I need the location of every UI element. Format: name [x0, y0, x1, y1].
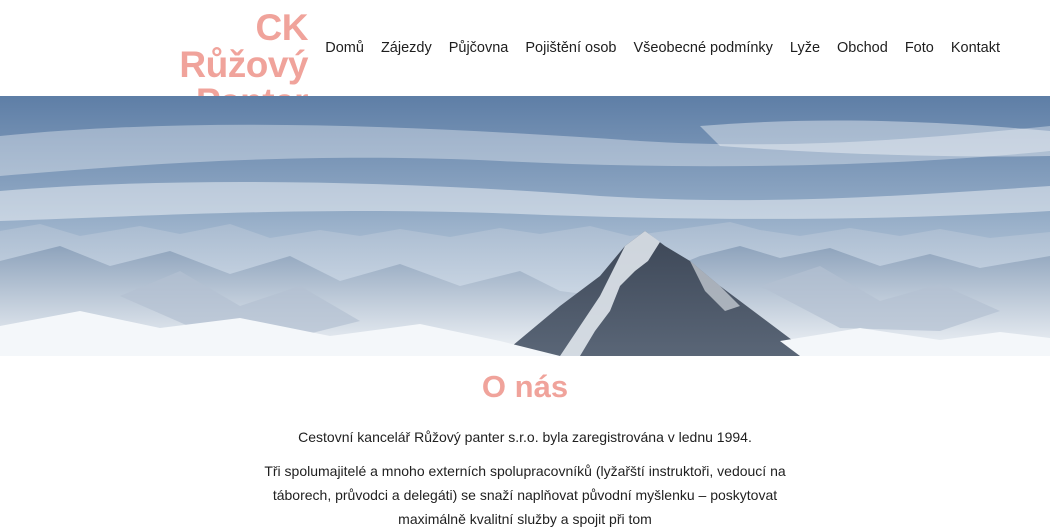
site-header: CK Růžový Panter Domů Zájezdy Půjčovna P…: [0, 0, 1050, 120]
nav-item-obchod[interactable]: Obchod: [837, 40, 888, 56]
hero-mountain-image: [0, 96, 1050, 356]
about-paragraph-2: Tři spolumajitelé a mnoho externích spol…: [264, 463, 786, 527]
nav-item-pojisteni-osob[interactable]: Pojištění osob: [525, 40, 616, 56]
nav-item-domu[interactable]: Domů: [325, 40, 364, 56]
logo-line-1: CK Růžový: [179, 7, 308, 85]
about-paragraph-1: Cestovní kancelář Růžový panter s.r.o. b…: [298, 429, 752, 445]
nav-item-zajezdy[interactable]: Zájezdy: [381, 40, 432, 56]
main-nav: Domů Zájezdy Půjčovna Pojištění osob Vše…: [325, 40, 1000, 56]
nav-item-foto[interactable]: Foto: [905, 40, 934, 56]
about-title: O nás: [481, 369, 569, 404]
nav-item-kontakt[interactable]: Kontakt: [951, 40, 1000, 56]
nav-item-pujcovna[interactable]: Půjčovna: [449, 40, 509, 56]
mountain-panorama-image: [0, 96, 1050, 356]
nav-item-lyze[interactable]: Lyže: [790, 40, 820, 56]
about-section: O nás Cestovní kancelář Růžový panter s.…: [0, 356, 1050, 531]
nav-item-vseobecne-podminky[interactable]: Všeobecné podmínky: [633, 40, 772, 56]
